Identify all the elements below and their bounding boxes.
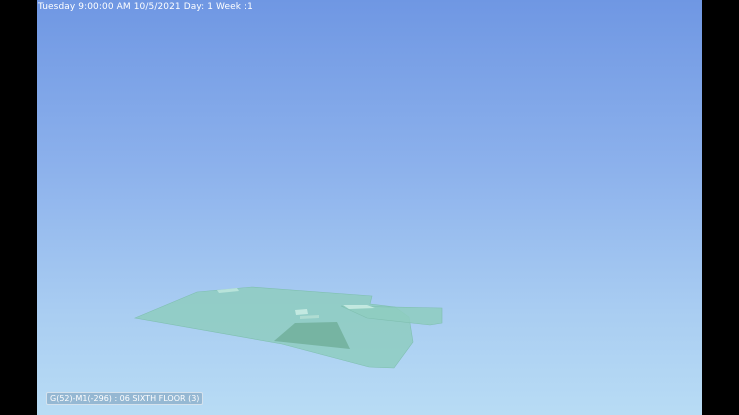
floor-block-small [295, 309, 308, 315]
building-scene[interactable] [37, 0, 702, 415]
3d-viewer-window: Tuesday 9:00:00 AM 10/5/2021 Day: 1 Week… [0, 0, 739, 415]
3d-viewport[interactable]: Tuesday 9:00:00 AM 10/5/2021 Day: 1 Week… [37, 0, 702, 415]
floor-slab[interactable] [133, 286, 414, 369]
selection-label: G(52)-M1(-296) : 06 SIXTH FLOOR (3) [46, 392, 204, 405]
